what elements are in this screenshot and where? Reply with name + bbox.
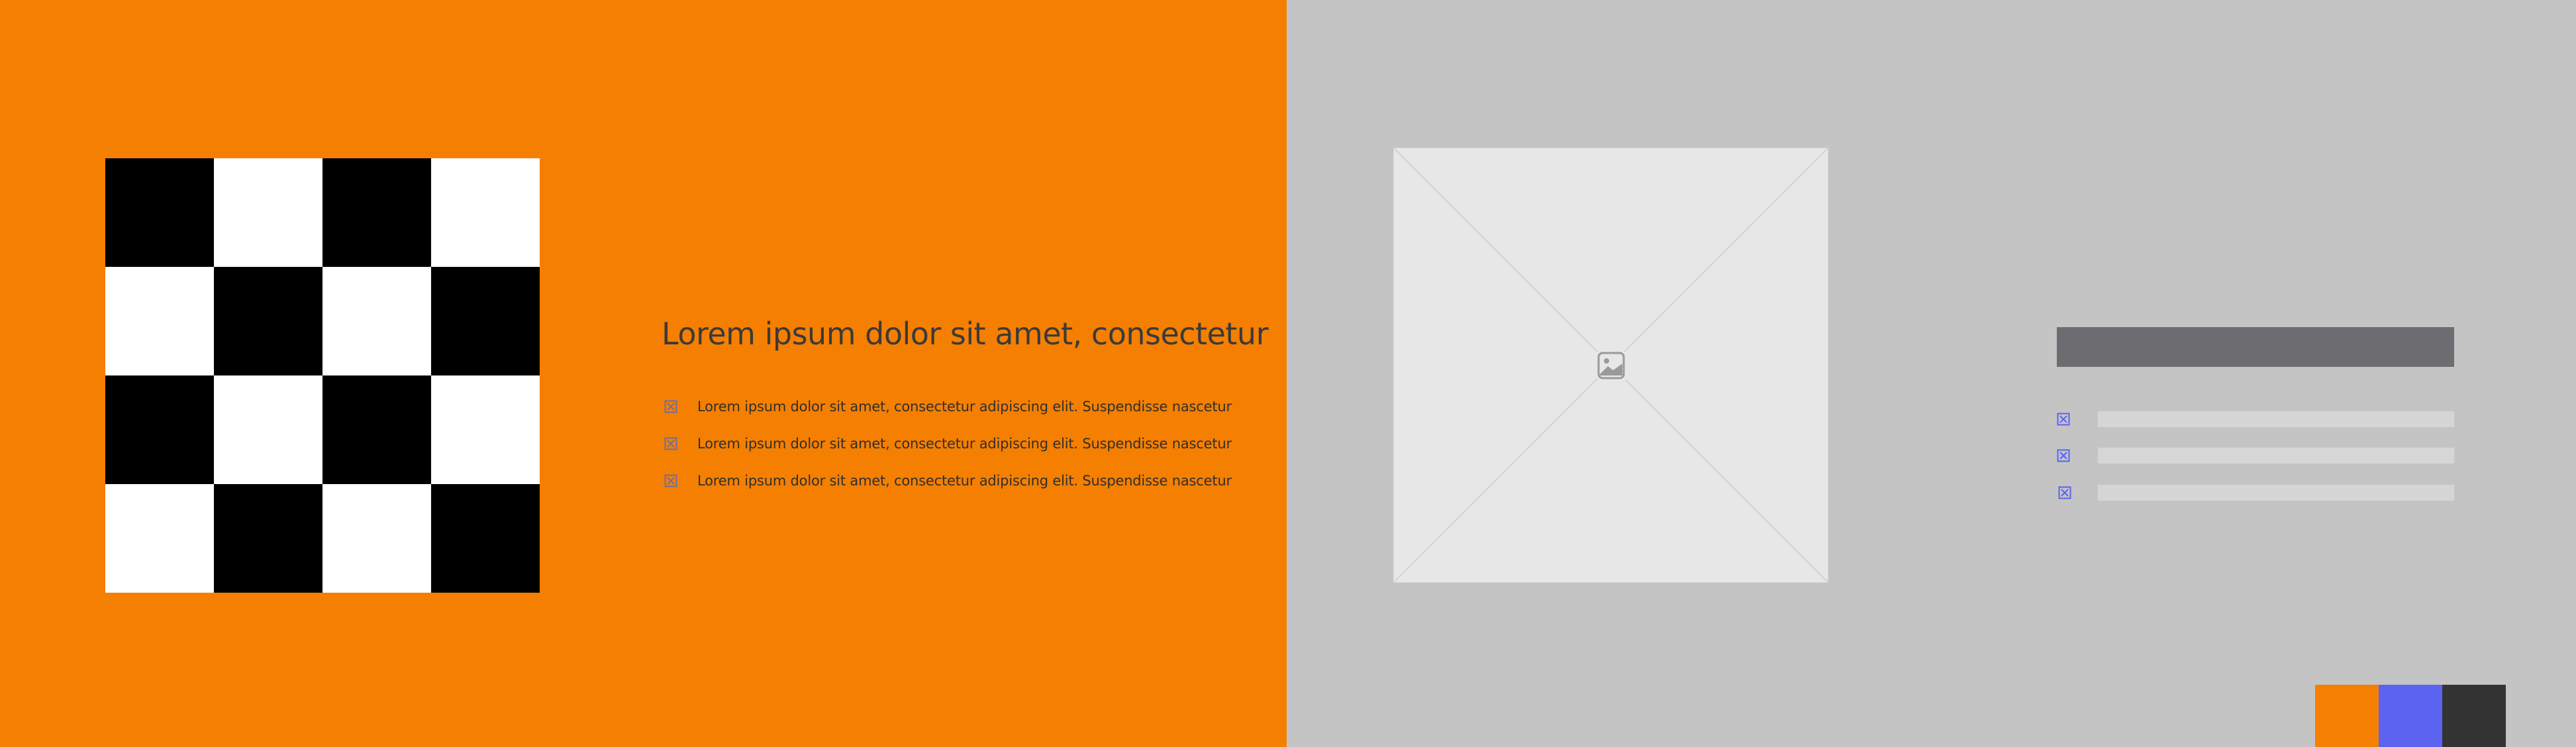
- image-placeholder: [1393, 148, 1828, 583]
- bullet-item: Lorem ipsum dolor sit amet, consectetur …: [664, 434, 1232, 453]
- checker-cell-white: [322, 484, 431, 593]
- checker-cell-black: [322, 158, 431, 267]
- checkbox-x-icon: [2058, 486, 2071, 499]
- left-panel: Lorem ipsum dolor sit amet, consectetur …: [0, 0, 1287, 747]
- checker-cell-white: [431, 375, 540, 484]
- checker-cell-black: [105, 158, 214, 267]
- bullet-text: Lorem ipsum dolor sit amet, consectetur …: [697, 399, 1232, 415]
- checker-cell-black: [214, 484, 322, 593]
- wireframe-row: [2058, 484, 2454, 501]
- checkerboard-image: [105, 158, 540, 593]
- wireframe-title-bar: [2057, 327, 2454, 367]
- checker-cell-white: [214, 375, 322, 484]
- slide-heading: Lorem ipsum dolor sit amet, consectetur: [662, 316, 1269, 352]
- bullet-item: Lorem ipsum dolor sit amet, consectetur …: [664, 472, 1232, 490]
- checkbox-x-icon: [2057, 449, 2070, 462]
- checker-cell-black: [214, 267, 322, 375]
- wireframe-line: [2098, 411, 2454, 427]
- checkbox-x-icon: [664, 437, 677, 450]
- wireframe-line: [2098, 485, 2454, 501]
- checkbox-x-icon: [664, 400, 677, 413]
- checkbox-x-icon: [2057, 413, 2070, 426]
- checkbox-x-icon: [664, 474, 677, 487]
- checker-cell-white: [431, 158, 540, 267]
- checker-cell-white: [105, 267, 214, 375]
- checker-cell-black: [431, 484, 540, 593]
- checker-cell-black: [105, 375, 214, 484]
- bullet-text: Lorem ipsum dolor sit amet, consectetur …: [697, 436, 1232, 452]
- wireframe-row: [2057, 411, 2454, 428]
- image-icon: [1597, 352, 1625, 379]
- checker-cell-white: [105, 484, 214, 593]
- bullet-item: Lorem ipsum dolor sit amet, consectetur …: [664, 397, 1232, 416]
- checker-cell-black: [322, 375, 431, 484]
- wireframe-line: [2098, 448, 2454, 464]
- palette-swatch-blue: [2379, 685, 2442, 747]
- checker-cell-white: [214, 158, 322, 267]
- bullet-text: Lorem ipsum dolor sit amet, consectetur …: [697, 473, 1232, 489]
- wireframe-row: [2057, 447, 2454, 464]
- right-panel: [1287, 0, 2576, 747]
- checker-cell-black: [431, 267, 540, 375]
- palette-swatch-dark: [2442, 685, 2506, 747]
- palette-swatch-orange: [2315, 685, 2379, 747]
- checker-cell-white: [322, 267, 431, 375]
